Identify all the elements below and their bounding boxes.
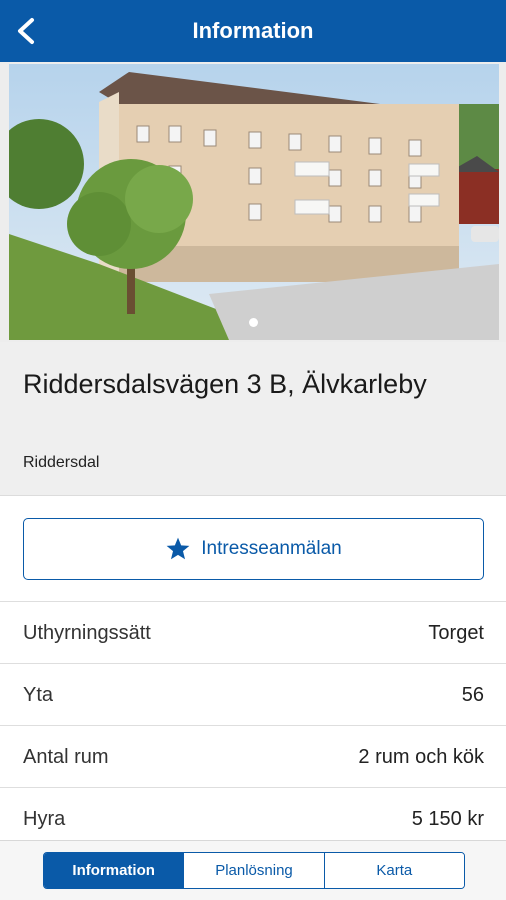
detail-row-rental-method: Uthyrningssätt Torget xyxy=(0,601,506,663)
star-icon xyxy=(166,537,190,560)
property-address: Riddersdalsvägen 3 B, Älvkarleby xyxy=(23,369,427,399)
detail-key: Uthyrningssätt xyxy=(23,622,151,644)
property-header: Riddersdalsvägen 3 B, Älvkarleby Ridders… xyxy=(0,342,506,496)
tab-information[interactable]: Information xyxy=(44,853,184,888)
carousel-indicator-dot[interactable] xyxy=(249,318,258,327)
app-bar: Information xyxy=(0,0,506,62)
details-list: Uthyrningssätt Torget Yta 56 Antal rum 2… xyxy=(0,601,506,849)
interest-button-label: Intresseanmälan xyxy=(201,538,342,559)
tab-floor-plan[interactable]: Planlösning xyxy=(183,853,324,888)
bottom-tab-bar: Information Planlösning Karta xyxy=(0,840,506,900)
detail-row-rooms: Antal rum 2 rum och kök xyxy=(0,725,506,787)
property-area: Riddersdal xyxy=(23,454,100,471)
page-title: Information xyxy=(192,18,314,43)
detail-value: 2 rum och kök xyxy=(358,746,484,768)
detail-row-area: Yta 56 xyxy=(0,663,506,725)
photo-carousel[interactable] xyxy=(0,62,506,342)
interest-button[interactable]: Intresseanmälan xyxy=(23,518,484,580)
detail-key: Antal rum xyxy=(23,746,109,768)
detail-key: Yta xyxy=(23,684,54,706)
detail-value: Torget xyxy=(428,622,484,644)
tab-map[interactable]: Karta xyxy=(323,853,464,888)
segmented-control: Information Planlösning Karta xyxy=(43,852,465,889)
property-photo xyxy=(9,64,499,340)
detail-value: 56 xyxy=(461,684,484,706)
